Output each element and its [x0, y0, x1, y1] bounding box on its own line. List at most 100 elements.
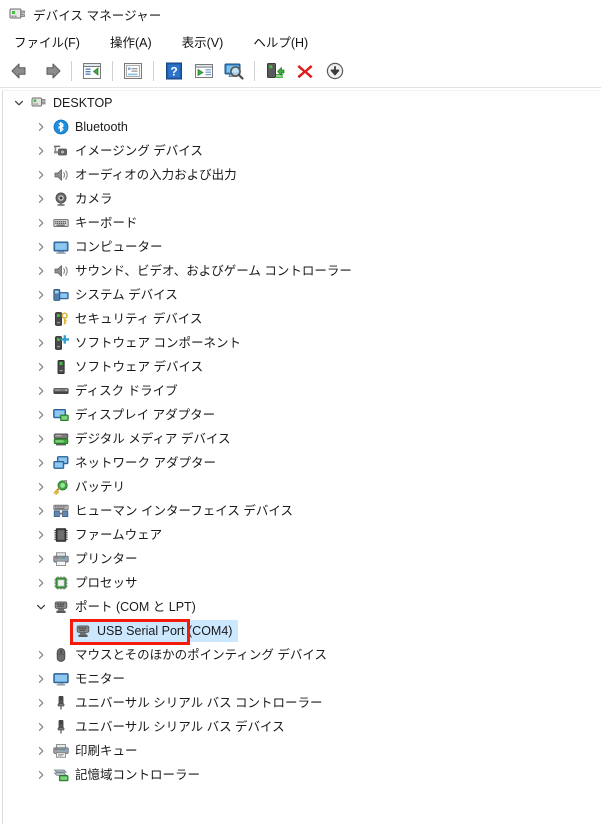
- chevron-right-icon[interactable]: [33, 119, 49, 135]
- software-device-icon: [53, 359, 69, 375]
- tree-item-12[interactable]: ディスク ドライブ: [3, 379, 601, 403]
- tree-item-7[interactable]: サウンド、ビデオ、およびゲーム コントローラー: [3, 259, 601, 283]
- tree-item-18[interactable]: ファームウェア: [3, 523, 601, 547]
- menu-help[interactable]: ヘルプ(H): [251, 29, 318, 54]
- tree-item-label: セキュリティ デバイス: [75, 312, 203, 326]
- chevron-right-icon[interactable]: [33, 527, 49, 543]
- show-hide-console-tree-icon[interactable]: [79, 58, 105, 84]
- disk-drive-icon: [53, 383, 69, 399]
- tree-item-17[interactable]: ヒューマン インターフェイス デバイス: [3, 499, 601, 523]
- tree-item-1[interactable]: Bluetooth: [3, 115, 601, 139]
- tree-item-25[interactable]: ユニバーサル シリアル バス コントローラー: [3, 691, 601, 715]
- chevron-right-icon[interactable]: [33, 359, 49, 375]
- title-bar: デバイス マネージャー: [0, 0, 601, 28]
- help-icon[interactable]: ?: [161, 58, 187, 84]
- chevron-right-icon[interactable]: [33, 431, 49, 447]
- svg-text:?: ?: [170, 64, 177, 78]
- properties-icon[interactable]: [120, 58, 146, 84]
- chevron-right-icon[interactable]: [33, 383, 49, 399]
- tree-item-label: ユニバーサル シリアル バス コントローラー: [75, 696, 323, 710]
- tree-item-label: 印刷キュー: [75, 744, 138, 758]
- tree-item-14[interactable]: デジタル メディア デバイス: [3, 427, 601, 451]
- chevron-right-icon[interactable]: [33, 719, 49, 735]
- tree-item-20[interactable]: プロセッサ: [3, 571, 601, 595]
- tree-item-0[interactable]: DESKTOP: [3, 91, 601, 115]
- update-driver-icon[interactable]: [191, 58, 217, 84]
- menu-file[interactable]: ファイル(F): [12, 29, 90, 54]
- tree-item-28[interactable]: 記憶域コントローラー: [3, 763, 601, 787]
- tree-item-8[interactable]: システム デバイス: [3, 283, 601, 307]
- chevron-right-icon[interactable]: [33, 743, 49, 759]
- tree-item-13[interactable]: ディスプレイ アダプター: [3, 403, 601, 427]
- tree-item-5[interactable]: キーボード: [3, 211, 601, 235]
- scan-hardware-changes-icon[interactable]: [221, 58, 247, 84]
- tree-item-21[interactable]: ポート (COM と LPT): [3, 595, 601, 619]
- tree-item-10[interactable]: ソフトウェア コンポーネント: [3, 331, 601, 355]
- chevron-right-icon[interactable]: [33, 647, 49, 663]
- forward-icon[interactable]: [38, 58, 64, 84]
- device-tree[interactable]: DESKTOP Bluetooth イメージング デバイス オーディオの入力およ…: [3, 91, 601, 787]
- tree-item-11[interactable]: ソフトウェア デバイス: [3, 355, 601, 379]
- firmware-icon: [53, 527, 69, 543]
- sound-video-game-icon: [53, 263, 69, 279]
- tree-item-label: オーディオの入力および出力: [75, 168, 237, 182]
- chevron-right-icon[interactable]: [33, 671, 49, 687]
- chevron-right-icon[interactable]: [33, 455, 49, 471]
- menu-action[interactable]: 操作(A): [108, 29, 162, 54]
- tree-item-22[interactable]: USB Serial Port (COM4): [3, 619, 601, 643]
- chevron-right-icon[interactable]: [33, 407, 49, 423]
- chevron-right-icon[interactable]: [33, 263, 49, 279]
- printer-icon: [53, 551, 69, 567]
- chevron-right-icon[interactable]: [33, 287, 49, 303]
- tree-item-label: ポート (COM と LPT): [75, 600, 196, 614]
- tree-item-23[interactable]: マウスとそのほかのポインティング デバイス: [3, 643, 601, 667]
- tree-item-15[interactable]: ネットワーク アダプター: [3, 451, 601, 475]
- network-adapter-icon: [53, 455, 69, 471]
- chevron-right-icon[interactable]: [33, 479, 49, 495]
- chevron-right-icon[interactable]: [33, 143, 49, 159]
- chevron-right-icon[interactable]: [33, 551, 49, 567]
- chevron-right-icon[interactable]: [33, 695, 49, 711]
- tree-item-27[interactable]: 印刷キュー: [3, 739, 601, 763]
- disable-device-icon[interactable]: [322, 58, 348, 84]
- tree-item-label: カメラ: [75, 192, 113, 206]
- imaging-device-icon: [53, 143, 69, 159]
- keyboard-icon: [53, 215, 69, 231]
- tree-item-26[interactable]: ユニバーサル シリアル バス デバイス: [3, 715, 601, 739]
- chevron-right-icon[interactable]: [33, 335, 49, 351]
- tree-item-label: マウスとそのほかのポインティング デバイス: [75, 648, 327, 662]
- enable-device-icon[interactable]: [262, 58, 288, 84]
- tree-item-label: ソフトウェア コンポーネント: [75, 336, 241, 350]
- chevron-right-icon[interactable]: [33, 191, 49, 207]
- tree-item-19[interactable]: プリンター: [3, 547, 601, 571]
- chevron-right-icon[interactable]: [33, 167, 49, 183]
- monitor-icon: [53, 671, 69, 687]
- toolbar: ?: [0, 55, 601, 88]
- tree-item-2[interactable]: イメージング デバイス: [3, 139, 601, 163]
- system-device-icon: [53, 287, 69, 303]
- audio-io-icon: [53, 167, 69, 183]
- chevron-right-icon[interactable]: [33, 215, 49, 231]
- tree-item-label: ネットワーク アダプター: [75, 456, 216, 470]
- chevron-down-icon[interactable]: [11, 95, 27, 111]
- tree-item-24[interactable]: モニター: [3, 667, 601, 691]
- tree-item-6[interactable]: コンピューター: [3, 235, 601, 259]
- chevron-right-icon[interactable]: [33, 239, 49, 255]
- chevron-right-icon[interactable]: [33, 311, 49, 327]
- uninstall-device-icon[interactable]: [292, 58, 318, 84]
- tree-item-label: バッテリ: [75, 480, 126, 494]
- tree-item-label: システム デバイス: [75, 288, 178, 302]
- tree-item-label: ソフトウェア デバイス: [75, 360, 204, 374]
- tree-item-4[interactable]: カメラ: [3, 187, 601, 211]
- tree-item-3[interactable]: オーディオの入力および出力: [3, 163, 601, 187]
- menu-view[interactable]: 表示(V): [180, 29, 234, 54]
- chevron-down-icon[interactable]: [33, 599, 49, 615]
- tree-item-9[interactable]: セキュリティ デバイス: [3, 307, 601, 331]
- chevron-right-icon[interactable]: [33, 503, 49, 519]
- usb-controller-icon: [53, 695, 69, 711]
- chevron-right-icon[interactable]: [33, 767, 49, 783]
- chevron-right-icon[interactable]: [33, 575, 49, 591]
- device-tree-panel[interactable]: DESKTOP Bluetooth イメージング デバイス オーディオの入力およ…: [2, 90, 601, 824]
- tree-item-16[interactable]: バッテリ: [3, 475, 601, 499]
- back-icon[interactable]: [8, 58, 34, 84]
